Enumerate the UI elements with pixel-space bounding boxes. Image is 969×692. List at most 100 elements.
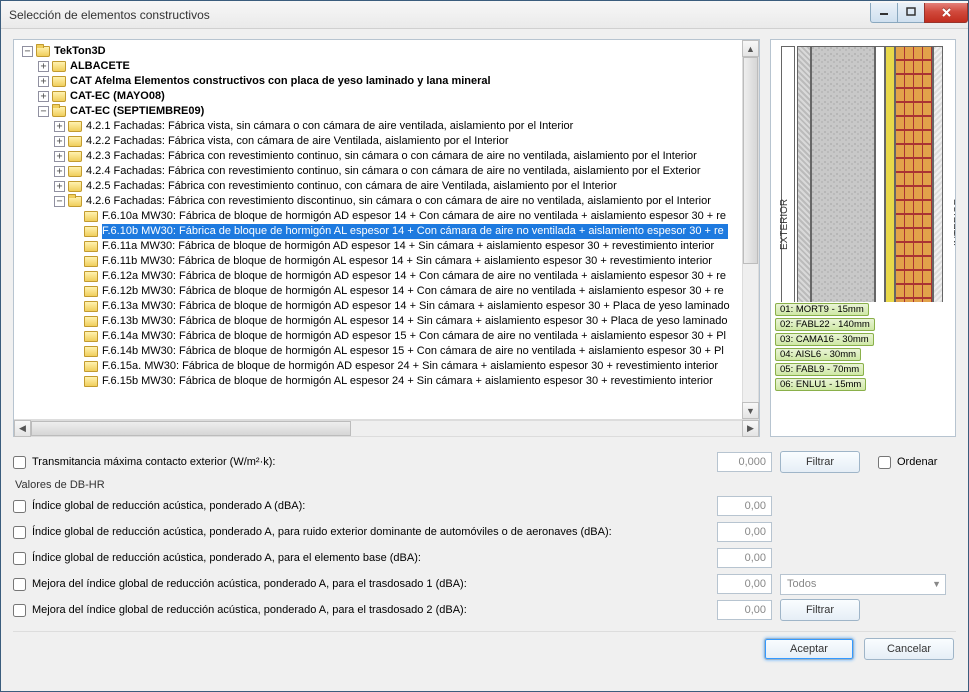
transmitancia-label: Transmitancia máxima contacto exterior (… (32, 456, 275, 468)
dbhr-check-2[interactable] (13, 526, 26, 539)
folder-icon (68, 136, 82, 147)
aceptar-button[interactable]: Aceptar (764, 638, 854, 660)
transmitancia-checkbox[interactable] (13, 456, 26, 469)
expand-icon[interactable]: + (54, 181, 65, 192)
scroll-thumb[interactable] (31, 421, 351, 436)
tree-leaf[interactable]: F.6.14a MW30: Fábrica de bloque de hormi… (102, 329, 726, 344)
dbhr-label-3: Índice global de reducción acústica, pon… (32, 552, 421, 564)
filtrar-button-2[interactable]: Filtrar (780, 599, 860, 621)
tree-item[interactable]: CAT Afelma Elementos constructivos con p… (70, 74, 491, 89)
tree-item[interactable]: 4.2.5 Fachadas: Fábrica con revestimient… (86, 179, 617, 194)
tree-root[interactable]: TekTon3D (54, 44, 106, 59)
filtrar-button-1[interactable]: Filtrar (780, 451, 860, 473)
dbhr-check-1[interactable] (13, 500, 26, 513)
content-area: − TekTon3D + ALBACETE + CAT Afelma Elemento… (1, 29, 968, 691)
legend-item: 05: FABL9 - 70mm (775, 363, 864, 376)
tree-vertical-scrollbar[interactable]: ▲ ▼ (742, 40, 759, 419)
tree-leaf[interactable]: F.6.13b MW30: Fábrica de bloque de hormi… (102, 314, 727, 329)
tree-leaf[interactable]: F.6.15a. MW30: Fábrica de bloque de horm… (102, 359, 718, 374)
file-icon (84, 346, 98, 357)
dbhr-check-5[interactable] (13, 604, 26, 617)
tree-item[interactable]: 4.2.3 Fachadas: Fábrica con revestimient… (86, 149, 697, 164)
dbhr-value-4[interactable] (717, 574, 772, 594)
folder-icon (68, 151, 82, 162)
tree-leaf[interactable]: F.6.11b MW30: Fábrica de bloque de hormi… (102, 254, 712, 269)
folder-icon (68, 121, 82, 132)
expand-icon[interactable]: + (38, 91, 49, 102)
tree-item[interactable]: 4.2.2 Fachadas: Fábrica vista, con cámar… (86, 134, 509, 149)
folder-icon (68, 196, 82, 207)
folder-icon (52, 106, 66, 117)
ordenar-checkbox[interactable] (878, 456, 891, 469)
tree-leaf[interactable]: F.6.12a MW30: Fábrica de bloque de hormi… (102, 269, 726, 284)
folder-icon (52, 91, 66, 102)
legend-item: 02: FABL22 - 140mm (775, 318, 875, 331)
expand-icon[interactable]: + (54, 166, 65, 177)
dbhr-label-5: Mejora del índice global de reducción ac… (32, 604, 467, 616)
tree-leaf[interactable]: F.6.12b MW30: Fábrica de bloque de hormi… (102, 284, 724, 299)
collapse-icon[interactable]: − (38, 106, 49, 117)
tree-horizontal-scrollbar[interactable]: ◀ ▶ (14, 419, 759, 436)
tree-item[interactable]: ALBACETE (70, 59, 130, 74)
ordenar-label: Ordenar (897, 456, 937, 468)
scroll-thumb[interactable] (743, 57, 758, 264)
tree-panel: − TekTon3D + ALBACETE + CAT Afelma Elemento… (13, 39, 760, 437)
dbhr-label-4: Mejora del índice global de reducción ac… (32, 578, 467, 590)
chevron-down-icon: ▼ (932, 579, 941, 589)
minimize-button[interactable] (870, 3, 898, 23)
expand-icon[interactable]: + (38, 61, 49, 72)
tree-view[interactable]: − TekTon3D + ALBACETE + CAT Afelma Elemento… (14, 40, 742, 419)
layer-legend: 01: MORT9 - 15mm 02: FABL22 - 140mm 03: … (775, 302, 951, 436)
tree-item[interactable]: 4.2.6 Fachadas: Fábrica con revestimient… (86, 194, 711, 209)
file-icon (84, 301, 98, 312)
scroll-up-icon[interactable]: ▲ (742, 40, 759, 57)
tree-item[interactable]: CAT-EC (SEPTIEMBRE09) (70, 104, 204, 119)
file-icon (84, 226, 98, 237)
tree-leaf-selected[interactable]: F.6.10b MW30: Fábrica de bloque de hormi… (102, 224, 728, 239)
collapse-icon[interactable]: − (22, 46, 33, 57)
dbhr-value-1[interactable] (717, 496, 772, 516)
maximize-button[interactable] (897, 3, 925, 23)
scroll-right-icon[interactable]: ▶ (742, 420, 759, 437)
tree-item[interactable]: 4.2.1 Fachadas: Fábrica vista, sin cámar… (86, 119, 573, 134)
expand-icon[interactable]: + (54, 136, 65, 147)
dbhr-value-2[interactable] (717, 522, 772, 542)
scroll-left-icon[interactable]: ◀ (14, 420, 31, 437)
collapse-icon[interactable]: − (54, 196, 65, 207)
expand-icon[interactable]: + (54, 151, 65, 162)
transmitancia-value[interactable] (717, 452, 772, 472)
dbhr-check-3[interactable] (13, 552, 26, 565)
filters-panel: Transmitancia máxima contacto exterior (… (13, 449, 956, 623)
folder-icon (68, 181, 82, 192)
dialog-footer: Aceptar Cancelar (13, 631, 956, 660)
dbhr-value-3[interactable] (717, 548, 772, 568)
dbhr-label-1: Índice global de reducción acústica, pon… (32, 500, 305, 512)
expand-icon[interactable]: + (38, 76, 49, 87)
file-icon (84, 331, 98, 342)
scroll-down-icon[interactable]: ▼ (742, 402, 759, 419)
file-icon (84, 256, 98, 267)
dbhr-label-2: Índice global de reducción acústica, pon… (32, 526, 612, 538)
legend-item: 04: AISL6 - 30mm (775, 348, 861, 361)
tree-leaf[interactable]: F.6.10a MW30: Fábrica de bloque de hormi… (102, 209, 726, 224)
expand-icon[interactable]: + (54, 121, 65, 132)
cancelar-button[interactable]: Cancelar (864, 638, 954, 660)
tree-leaf[interactable]: F.6.14b MW30: Fábrica de bloque de hormi… (102, 344, 724, 359)
legend-item: 01: MORT9 - 15mm (775, 303, 869, 316)
tree-leaf[interactable]: F.6.11a MW30: Fábrica de bloque de hormi… (102, 239, 714, 254)
dbhr-value-5[interactable] (717, 600, 772, 620)
close-button[interactable] (924, 3, 968, 23)
tree-item[interactable]: CAT-EC (MAYO08) (70, 89, 165, 104)
tree-leaf[interactable]: F.6.15b MW30: Fábrica de bloque de hormi… (102, 374, 713, 389)
dialog-window: Selección de elementos constructivos − Te… (0, 0, 969, 692)
folder-icon (52, 76, 66, 87)
file-icon (84, 361, 98, 372)
file-icon (84, 211, 98, 222)
titlebar[interactable]: Selección de elementos constructivos (1, 1, 968, 29)
tree-item[interactable]: 4.2.4 Fachadas: Fábrica con revestimient… (86, 164, 701, 179)
dbhr-check-4[interactable] (13, 578, 26, 591)
tree-leaf[interactable]: F.6.13a MW30: Fábrica de bloque de hormi… (102, 299, 730, 314)
transmitancia-row: Transmitancia máxima contacto exterior (… (13, 456, 709, 469)
trasdosado-combo[interactable]: Todos▼ (780, 574, 946, 595)
file-icon (84, 241, 98, 252)
